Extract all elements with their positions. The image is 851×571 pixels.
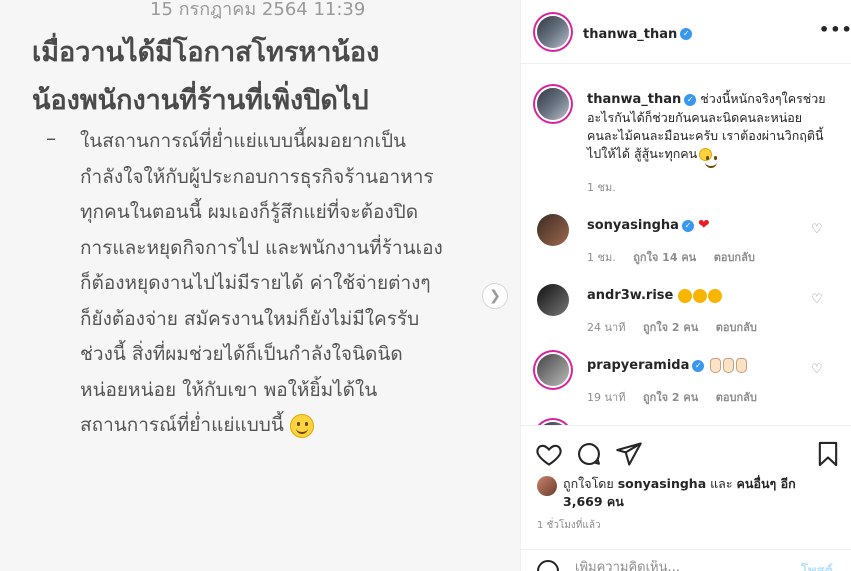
caption-author-avatar[interactable] — [537, 88, 569, 120]
image-body-line: ในสถานการณ์ที่ย่ำแย่แบบนี้ผมอยากเป็น — [80, 130, 407, 152]
image-headline-line-1: เมื่อวานได้มีโอกาสโทรหาน้อง — [32, 37, 380, 68]
victory-hand-emoji-icon — [736, 358, 748, 373]
comment-likes[interactable]: ถูกใจ 2 คน — [643, 321, 698, 334]
emoji-picker-icon[interactable] — [537, 560, 559, 571]
reply-button[interactable]: ตอบกลับ — [714, 251, 755, 264]
comment-input[interactable] — [575, 560, 785, 571]
reply-button[interactable]: ตอบกลับ — [716, 391, 757, 404]
image-body-line-last: สถานการณ์ที่ย่ำแย่แบบนี้ — [80, 408, 510, 444]
comment-meta: 1 ชม. ถูกใจ 14 คน ตอบกลับ — [587, 248, 769, 266]
image-body-line: กำลังใจให้กับผู้ประกอบการธุรกิจร้านอาหาร — [80, 165, 434, 188]
commenter-username[interactable]: prapyeramida — [587, 358, 689, 373]
image-bullet: – — [46, 126, 56, 150]
comment-bubble-icon[interactable] — [575, 440, 603, 468]
comment-time: 24 นาที — [587, 321, 626, 334]
heart-icon[interactable] — [535, 440, 563, 468]
image-body-line: สถานการณ์ที่ย่ำแย่แบบนี้ — [80, 414, 284, 436]
liked-by-user[interactable]: sonyasingha — [618, 476, 706, 491]
clapping-emoji-icon — [708, 288, 723, 303]
caption-meta: 1 ชม. — [587, 178, 630, 196]
comment-meta: 19 นาที ถูกใจ 2 คน ตอบกลับ — [587, 388, 771, 406]
commenter-avatar[interactable] — [537, 214, 569, 246]
verified-badge-icon: ✓ — [680, 27, 693, 40]
caption: thanwa_than ✓ ช่วงนี้หนักจริงๆใครช่วยอะไร… — [537, 88, 837, 198]
liked-by-prefix: ถูกใจโดย — [563, 476, 614, 491]
comment-likes[interactable]: ถูกใจ 14 คน — [633, 251, 696, 264]
author-username-row: thanwa_than ✓ — [583, 23, 693, 42]
image-body-text: ในสถานการณ์ที่ย่ำแย่แบบนี้ผมอยากเป็น กำล… — [80, 124, 510, 444]
image-date: 15 กรกฎาคม 2564 11:39 — [150, 0, 366, 20]
post-actions: ถูกใจโดย sonyasingha และ คนอื่นๆ อีก 3,6… — [521, 425, 851, 571]
victory-hand-emoji-icon — [710, 358, 722, 373]
liked-by-and: และ — [710, 476, 733, 491]
commenter-avatar[interactable] — [537, 354, 569, 386]
reply-button[interactable]: ตอบกลับ — [716, 321, 757, 334]
liker-avatar[interactable] — [537, 476, 557, 496]
like-comment-heart-icon[interactable]: ♡ — [811, 222, 823, 237]
next-image-button[interactable]: ❯ — [482, 283, 508, 309]
image-body-line: ช่วงนี้ สิ่งที่ผมช่วยได้ก็เป็นกำลังใจนิด… — [80, 343, 403, 365]
comment-text-block: andr3w.rise — [587, 286, 827, 305]
caption-text-block: thanwa_than ✓ ช่วงนี้หนักจริงๆใครช่วยอะไร… — [587, 90, 827, 168]
clapping-emoji-icon — [678, 288, 693, 303]
image-body-line: ทุกคนในตอนนี้ ผมเองก็รู้สึกแย่ที่จะต้องป… — [80, 201, 419, 223]
comment-time: 19 นาที — [587, 391, 626, 404]
caption-author-username[interactable]: thanwa_than — [587, 92, 681, 107]
commenter-avatar[interactable] — [537, 284, 569, 316]
caption-time: 1 ชม. — [587, 181, 616, 194]
image-body-line: ก็ยังต้องจ่าย สมัครงานใหม่ก็ยังไม่มีใครร… — [80, 307, 420, 330]
clapping-emoji-icon — [693, 288, 708, 303]
verified-badge-icon: ✓ — [684, 93, 697, 106]
victory-hand-emoji-icon — [723, 358, 735, 373]
post-time-ago: 1 ชั่วโมงที่แล้ว — [537, 520, 601, 531]
more-options-button[interactable]: ••• — [819, 20, 851, 39]
image-headline-line-2: น้องพนักงานที่ร้านที่เพิ่งปิดไป — [32, 85, 369, 116]
smile-emoji-icon — [289, 413, 314, 438]
more-options-icon: ••• — [819, 20, 851, 39]
post-header: thanwa_than ✓ ••• — [521, 0, 851, 64]
verified-badge-icon: ✓ — [681, 219, 694, 232]
comment-item: andr3w.rise ♡ 24 นาที ถูกใจ 2 คน ตอบกลับ — [537, 284, 837, 334]
commenter-username[interactable]: sonyasingha — [587, 218, 679, 233]
post-image: 15 กรกฎาคม 2564 11:39 เมื่อวานได้มีโอกาส… — [0, 0, 520, 571]
comment-meta: 24 นาที ถูกใจ 2 คน ตอบกลับ — [587, 318, 771, 336]
author-username[interactable]: thanwa_than — [583, 27, 677, 42]
post-comment-button[interactable]: โพสต์ — [801, 560, 833, 571]
comment-likes[interactable]: ถูกใจ 2 คน — [643, 391, 698, 404]
comments-list: thanwa_than ✓ ช่วงนี้หนักจริงๆใครช่วยอะไร… — [521, 64, 851, 425]
image-body-line: การและหยุดกิจการไป และพนักงานที่ร้านเอง — [80, 236, 443, 259]
like-comment-heart-icon[interactable]: ♡ — [811, 362, 823, 377]
comment-item: prapyeramida ✓ ♡ 19 นาที ถูกใจ 2 คน ตอบกล… — [537, 354, 837, 404]
red-heart-emoji-icon: ❤ — [697, 217, 710, 233]
comment-item: sonyasingha ✓ ❤ ♡ 1 ชม. ถูกใจ 14 คน ตอบกล… — [537, 214, 837, 264]
chevron-right-icon: ❯ — [489, 288, 501, 304]
comment-text-block: sonyasingha ✓ ❤ — [587, 216, 827, 235]
smile-emoji-icon — [699, 148, 718, 168]
author-avatar[interactable] — [537, 16, 569, 48]
post-sidebar: thanwa_than ✓ ••• thanwa_than ✓ ช่วงนี้หนั… — [520, 0, 851, 571]
verified-badge-icon: ✓ — [692, 359, 705, 372]
add-comment-row: โพสต์ — [521, 549, 851, 571]
like-comment-heart-icon[interactable]: ♡ — [811, 292, 823, 307]
image-body-line: หน่อยหน่อย ให้กับเขา พอให้ยิ้มได้ใน — [80, 378, 378, 401]
liked-by-text: ถูกใจโดย sonyasingha และ คนอื่นๆ อีก 3,6… — [563, 475, 823, 511]
comment-time: 1 ชม. — [587, 251, 616, 264]
share-paper-plane-icon[interactable] — [615, 440, 643, 468]
bookmark-icon[interactable] — [814, 440, 842, 468]
image-body-line: ก็ต้องหยุดงานไปไม่มีรายได้ ค่าใช้จ่ายต่า… — [80, 272, 431, 294]
comment-text-block: prapyeramida ✓ — [587, 356, 827, 375]
commenter-username[interactable]: andr3w.rise — [587, 288, 673, 303]
